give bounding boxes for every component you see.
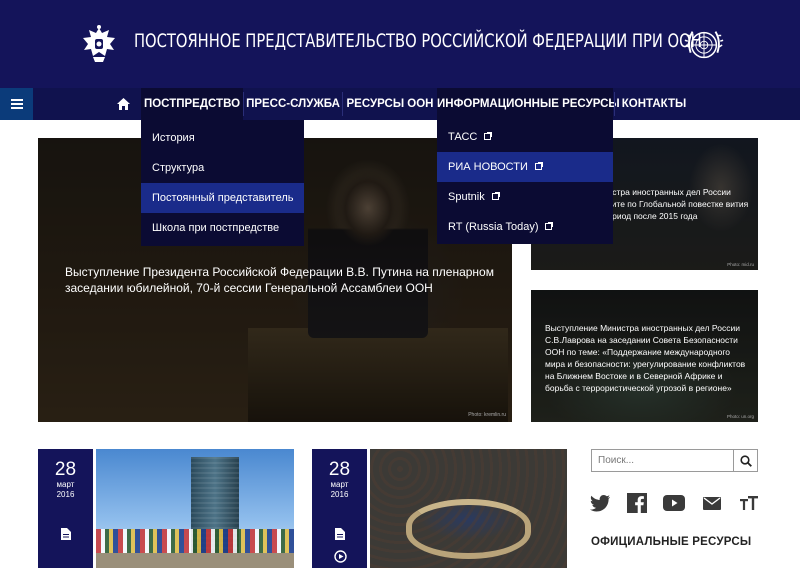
dropdown-item-sputnik[interactable]: Sputnik xyxy=(437,182,613,212)
dropdown-item-label: РИА НОВОСТИ xyxy=(448,161,528,173)
nav-item-press[interactable]: ПРЕСС-СЛУЖБА xyxy=(244,88,342,120)
youtube-icon[interactable] xyxy=(663,491,685,515)
dropdown-item-ria[interactable]: РИА НОВОСТИ xyxy=(437,152,613,182)
news-card[interactable]: Выступление Министра иностранных дел Рос… xyxy=(531,290,758,422)
hero-caption[interactable]: Выступление Президента Российской Федера… xyxy=(65,264,495,296)
council-table xyxy=(406,499,531,559)
play-icon[interactable] xyxy=(333,549,347,563)
russian-coat-of-arms-icon[interactable] xyxy=(78,24,120,66)
site-header: ПОСТОЯННОЕ ПРЕДСТАВИТЕЛЬСТВО РОССИЙСКОЙ … xyxy=(0,0,800,88)
news-image[interactable] xyxy=(96,449,294,568)
document-icon[interactable] xyxy=(333,527,347,541)
page: { "header": { "title": "ПОСТОЯННОЕ ПРЕДС… xyxy=(0,0,800,568)
hamburger-icon[interactable] xyxy=(0,88,33,120)
search-input[interactable] xyxy=(592,450,734,471)
dropdown-item-representative[interactable]: Постоянный представитель xyxy=(141,183,304,213)
site-title[interactable]: ПОСТОЯННОЕ ПРЕДСТАВИТЕЛЬСТВО РОССИЙСКОЙ … xyxy=(134,30,702,52)
card-caption[interactable]: Выступление Министра иностранных дел Рос… xyxy=(545,322,750,394)
photo-credit: Photo: un.org xyxy=(726,414,754,419)
photo-credit: Photo: mid.ru xyxy=(727,262,754,267)
nav-item-mission[interactable]: ПОСТПРЕДСТВО xyxy=(141,88,243,120)
news-date: 28 март 2016 xyxy=(312,449,367,568)
nav-item-contacts[interactable]: КОНТАКТЫ xyxy=(615,88,693,120)
search-box xyxy=(591,449,758,472)
date-month: март xyxy=(330,480,349,489)
mail-icon[interactable] xyxy=(702,491,722,515)
facebook-icon[interactable] xyxy=(626,491,648,515)
card-caption[interactable]: Министра иностранных дел России саммите … xyxy=(591,186,756,222)
external-link-icon xyxy=(545,221,554,230)
ground xyxy=(96,553,294,568)
font-size-icon[interactable] xyxy=(739,491,759,515)
dropdown-mission: История Структура Постоянный представите… xyxy=(141,120,304,246)
date-year: 2016 xyxy=(330,490,349,499)
document-icon[interactable] xyxy=(59,527,73,541)
dropdown-item-label: Sputnik xyxy=(448,191,485,203)
dropdown-item-label: ТАСС xyxy=(448,131,478,143)
news-date: 28 март 2016 xyxy=(38,449,93,568)
dropdown-item-history[interactable]: История xyxy=(141,123,304,153)
nav-item-un-resources[interactable]: РЕСУРСЫ ООН xyxy=(343,88,437,120)
dropdown-info-resources: ТАСС РИА НОВОСТИ Sputnik RT (Russia Toda… xyxy=(437,120,613,244)
external-link-icon xyxy=(484,131,493,140)
main-nav: ПОСТПРЕДСТВО ПРЕСС-СЛУЖБА РЕСУРСЫ ООН ИН… xyxy=(0,88,800,120)
home-icon[interactable] xyxy=(109,88,137,120)
date-day: 28 xyxy=(54,459,77,480)
dropdown-item-school[interactable]: Школа при постпредстве xyxy=(141,213,304,243)
external-link-icon xyxy=(491,191,500,200)
dropdown-item-structure[interactable]: Структура xyxy=(141,153,304,183)
dropdown-item-rt[interactable]: RT (Russia Today) xyxy=(437,212,613,242)
un-emblem-icon[interactable] xyxy=(683,24,725,66)
official-resources-title: ОФИЦИАЛЬНЫЕ РЕСУРСЫ xyxy=(591,536,752,548)
news-image[interactable] xyxy=(370,449,567,568)
search-icon[interactable] xyxy=(733,450,757,471)
external-link-icon xyxy=(534,161,543,170)
dropdown-item-tass[interactable]: ТАСС xyxy=(437,122,613,152)
twitter-icon[interactable] xyxy=(589,491,611,515)
dropdown-item-label: RT (Russia Today) xyxy=(448,221,539,233)
date-month: март xyxy=(56,480,75,489)
nav-item-info-resources[interactable]: ИНФОРМАЦИОННЫЕ РЕСУРСЫ xyxy=(437,88,620,120)
date-day: 28 xyxy=(328,459,351,480)
date-year: 2016 xyxy=(56,490,75,499)
photo-credit: Photo: kremlin.ru xyxy=(468,412,506,418)
